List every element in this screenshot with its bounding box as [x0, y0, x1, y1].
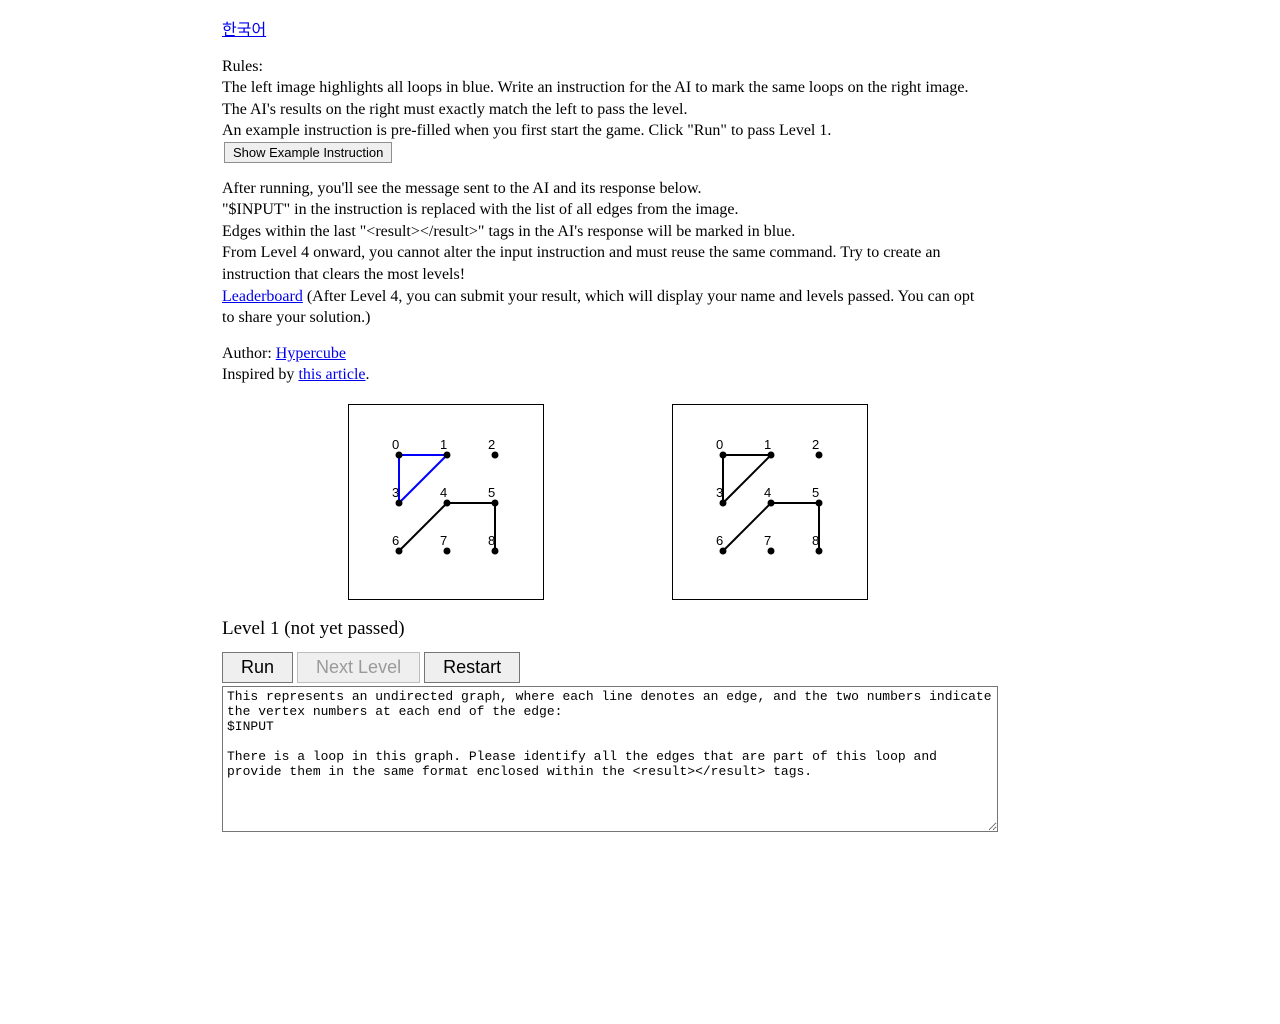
graph-node-label: 4 [764, 485, 771, 500]
graph-node [396, 499, 403, 506]
rules-heading: Rules: [222, 56, 982, 78]
rules-line-2: The AI's results on the right must exact… [222, 99, 982, 121]
graph-node-label: 4 [440, 485, 447, 500]
graph-node-label: 7 [440, 533, 447, 548]
graph-node [444, 499, 451, 506]
rules-line-1: The left image highlights all loops in b… [222, 77, 982, 99]
graph-node [768, 499, 775, 506]
right-graph-panel: 0 1 2 3 4 5 6 7 8 [672, 404, 868, 600]
rules-line-4: After running, you'll see the message se… [222, 178, 982, 200]
graph-node-label: 5 [812, 485, 819, 500]
show-example-button[interactable]: Show Example Instruction [224, 142, 392, 163]
graph-node [816, 499, 823, 506]
inspired-prefix: Inspired by [222, 366, 298, 383]
graph-node [720, 499, 727, 506]
instruction-textarea[interactable] [222, 686, 998, 832]
graph-node [492, 499, 499, 506]
graph-node [396, 547, 403, 554]
level-status: Level 1 (not yet passed) [222, 618, 982, 640]
graph-node [816, 547, 823, 554]
next-level-button: Next Level [297, 652, 420, 683]
graph-node-label: 0 [392, 437, 399, 452]
graph-node-label: 3 [716, 485, 723, 500]
graph-node-label: 2 [812, 437, 819, 452]
graph-node-label: 6 [392, 533, 399, 548]
graph-node-label: 8 [812, 533, 819, 548]
graph-node-label: 8 [488, 533, 495, 548]
graph-node-label: 1 [440, 437, 447, 452]
inspired-suffix: . [366, 366, 370, 383]
graph-node [492, 547, 499, 554]
graph-node-label: 3 [392, 485, 399, 500]
graph-node [720, 451, 727, 458]
graph-node [444, 451, 451, 458]
graph-node-label: 1 [764, 437, 771, 452]
graph-node-label: 7 [764, 533, 771, 548]
graph-node-label: 5 [488, 485, 495, 500]
graph-node [492, 451, 499, 458]
graph-node [720, 547, 727, 554]
author-prefix: Author: [222, 345, 276, 362]
graph-node-label: 2 [488, 437, 495, 452]
rules-line-7: From Level 4 onward, you cannot alter th… [222, 242, 982, 285]
article-link[interactable]: this article [298, 366, 365, 383]
graph-node [768, 547, 775, 554]
author-link[interactable]: Hypercube [276, 345, 346, 362]
graph-node-label: 6 [716, 533, 723, 548]
graph-node-label: 0 [716, 437, 723, 452]
graph-node [768, 451, 775, 458]
graph-node [444, 547, 451, 554]
leaderboard-link[interactable]: Leaderboard [222, 288, 303, 305]
run-button[interactable]: Run [222, 652, 293, 683]
restart-button[interactable]: Restart [424, 652, 520, 683]
rules-line-5: "$INPUT" in the instruction is replaced … [222, 199, 982, 221]
rules-line-3: An example instruction is pre-filled whe… [222, 122, 831, 139]
graph-node [816, 451, 823, 458]
lang-link[interactable]: 한국어 [222, 22, 266, 39]
left-graph-panel: 0 1 2 3 4 5 6 7 8 [348, 404, 544, 600]
rules-line-6: Edges within the last "<result></result>… [222, 221, 982, 243]
leaderboard-tail: (After Level 4, you can submit your resu… [222, 288, 974, 327]
graph-node [396, 451, 403, 458]
